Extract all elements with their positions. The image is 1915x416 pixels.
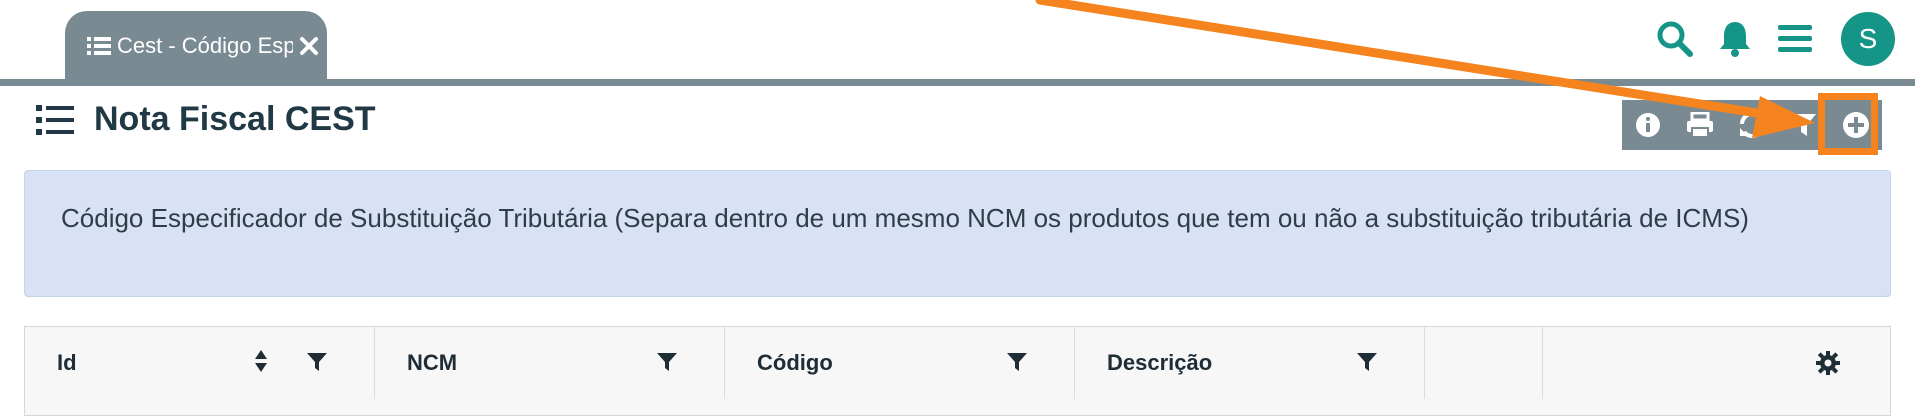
- highlight-box: [1818, 93, 1878, 155]
- bell-icon[interactable]: [1715, 19, 1755, 59]
- filter-icon[interactable]: [656, 351, 678, 373]
- close-icon[interactable]: [299, 36, 319, 56]
- column-id[interactable]: Id: [25, 327, 375, 399]
- column-codigo[interactable]: Código: [725, 327, 1075, 399]
- top-bar: Cest - Código Especificador S: [0, 0, 1915, 81]
- column-empty: [1425, 327, 1543, 399]
- tab-label: Cest - Código Especificador: [117, 33, 293, 58]
- description-alert: Código Especificador de Substituição Tri…: [24, 170, 1891, 297]
- header-actions: S: [1635, 10, 1895, 68]
- list-icon: [36, 104, 74, 135]
- filter-icon[interactable]: [306, 351, 328, 373]
- refresh-button[interactable]: [1732, 105, 1772, 145]
- column-settings[interactable]: [1543, 327, 1890, 399]
- filter-icon: [1792, 114, 1816, 136]
- filter-icon[interactable]: [1356, 351, 1378, 373]
- refresh-icon: [1740, 112, 1764, 138]
- info-icon: [1636, 113, 1660, 137]
- data-grid: Id NCM Código Descrição: [24, 326, 1891, 416]
- description-text: Código Especificador de Substituição Tri…: [61, 203, 1749, 233]
- menu-icon[interactable]: [1775, 19, 1815, 59]
- column-label: Código: [757, 350, 833, 375]
- sort-icon[interactable]: [254, 349, 268, 373]
- column-descricao[interactable]: Descrição: [1075, 327, 1425, 399]
- list-icon: [87, 37, 111, 55]
- print-button[interactable]: [1680, 105, 1720, 145]
- column-label: Descrição: [1107, 350, 1213, 375]
- filter-icon[interactable]: [1006, 351, 1028, 373]
- avatar[interactable]: S: [1841, 12, 1895, 66]
- search-icon[interactable]: [1655, 19, 1695, 59]
- gear-icon[interactable]: [1816, 351, 1840, 375]
- column-label: NCM: [407, 350, 458, 375]
- print-icon: [1687, 112, 1713, 138]
- tab-underline: [0, 79, 1915, 86]
- grid-header: Id NCM Código Descrição: [25, 327, 1890, 399]
- column-label: Id: [57, 350, 77, 375]
- tab-cest[interactable]: Cest - Código Especificador: [65, 11, 327, 81]
- page-title: Nota Fiscal CEST: [94, 100, 376, 138]
- page-header: Nota Fiscal CEST: [36, 100, 376, 139]
- column-ncm[interactable]: NCM: [375, 327, 725, 399]
- info-button[interactable]: [1628, 105, 1668, 145]
